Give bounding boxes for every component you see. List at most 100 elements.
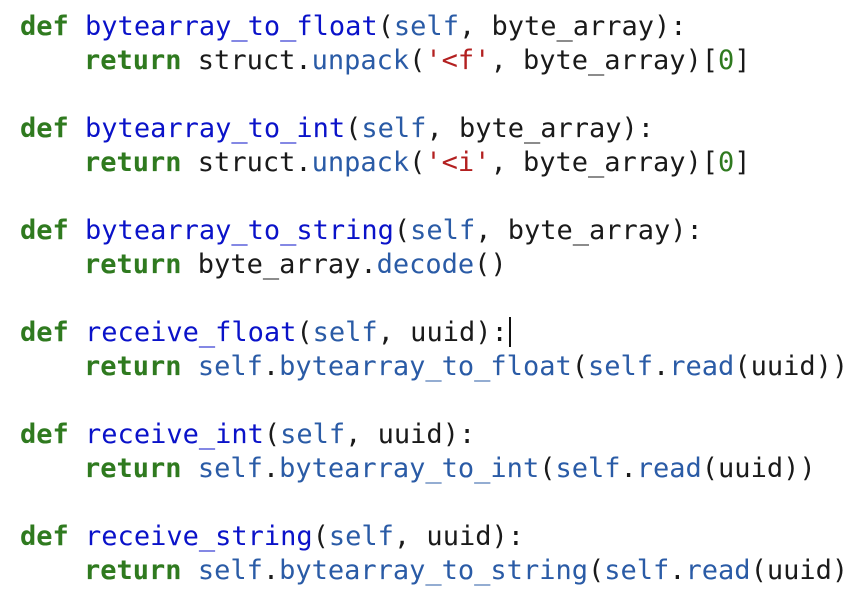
code-token-kw: return (84, 249, 182, 280)
code-line[interactable]: return self.bytearray_to_float(self.read… (20, 350, 846, 384)
code-token-plain: , byte_array): (475, 215, 703, 246)
code-token-plain: byte_array. (181, 249, 377, 280)
code-token-plain: ( (296, 317, 313, 348)
code-token-plain: (uuid)) (701, 453, 816, 484)
code-token-meth: read (636, 453, 702, 484)
code-token-plain: , byte_array)[ (490, 45, 719, 76)
code-token-plain: . (620, 453, 637, 484)
code-token-kw: return (84, 555, 182, 586)
code-token-plain: . (262, 351, 280, 382)
blank-line[interactable] (20, 282, 846, 316)
code-token-plain: struct. (181, 45, 312, 76)
blank-line[interactable] (20, 384, 846, 418)
code-token-self: self (197, 453, 263, 484)
code-token-plain: , uuid): (393, 521, 524, 552)
code-token-meth: unpack (311, 147, 410, 178)
code-token-fn: bytearray_to_float (85, 11, 378, 42)
code-token-meth: bytearray_to_string (279, 555, 588, 586)
code-line[interactable]: def bytearray_to_string(self, byte_array… (20, 214, 846, 248)
code-token-plain: ( (587, 555, 605, 586)
code-token-kw: def (20, 317, 69, 348)
code-token-meth: unpack (311, 45, 410, 76)
code-editor[interactable]: def bytearray_to_float(self, byte_array)… (20, 10, 846, 602)
code-line[interactable]: def bytearray_to_float(self, byte_array)… (20, 10, 846, 44)
code-token-self: self (604, 555, 670, 586)
code-line[interactable]: def receive_float(self, uuid): (20, 316, 846, 350)
code-token-self: self (197, 555, 263, 586)
code-token-plain: ( (409, 45, 426, 76)
code-line[interactable]: return self.bytearray_to_int(self.read(u… (20, 452, 846, 486)
code-token-plain: , byte_array): (426, 113, 655, 144)
code-token-self: self (587, 351, 654, 382)
code-token-plain: , uuid): (345, 419, 476, 450)
code-token-plain: . (262, 453, 280, 484)
code-token-plain: ( (312, 521, 329, 552)
code-token-plain: ( (571, 351, 588, 382)
code-token-kw: return (84, 45, 182, 76)
code-token-kw: return (84, 147, 182, 178)
code-token-self: self (410, 215, 476, 246)
code-token-plain: (uuid)) (750, 555, 846, 586)
code-token-fn: receive_string (85, 521, 313, 552)
code-token-meth: decode (376, 249, 475, 280)
code-token-fn: receive_int (85, 419, 264, 450)
code-token-fn: bytearray_to_string (85, 215, 394, 246)
code-token-plain: . (262, 555, 280, 586)
code-token-plain: ( (393, 215, 411, 246)
code-token-plain: (uuid)) (734, 351, 846, 382)
code-token-plain: , uuid): (377, 317, 508, 348)
code-token-meth: bytearray_to_int (279, 453, 540, 484)
blank-line[interactable] (20, 486, 846, 520)
blank-line[interactable] (20, 180, 846, 214)
code-token-plain: ( (263, 419, 281, 450)
code-token-self: self (555, 453, 621, 484)
code-line[interactable]: def receive_int(self, uuid): (20, 418, 846, 452)
text-caret (508, 317, 511, 347)
code-token-self: self (393, 11, 459, 42)
blank-line[interactable] (20, 78, 846, 112)
code-token-fn: receive_float (85, 317, 297, 348)
code-line[interactable]: return struct.unpack('<i', byte_array)[0… (20, 146, 846, 180)
code-token-plain: struct. (181, 147, 312, 178)
code-token-kw: return (84, 453, 182, 484)
code-token-kw: def (20, 521, 69, 552)
code-token-plain: ( (539, 453, 556, 484)
code-line[interactable]: return byte_array.decode() (20, 248, 846, 282)
code-token-self: self (197, 351, 263, 382)
code-line[interactable]: return struct.unpack('<f', byte_array)[0… (20, 44, 846, 78)
code-token-meth: read (669, 351, 735, 382)
code-line[interactable]: return self.bytearray_to_string(self.rea… (20, 554, 846, 588)
code-token-kw: def (20, 11, 69, 42)
code-token-meth: read (685, 555, 751, 586)
code-token-plain: . (669, 555, 686, 586)
code-token-str: '<i' (425, 147, 491, 178)
code-token-kw: def (20, 419, 69, 450)
code-token-meth: bytearray_to_float (279, 351, 572, 382)
code-token-plain: () (474, 249, 507, 280)
code-token-self: self (361, 113, 427, 144)
code-token-plain: ] (734, 147, 751, 178)
code-token-self: self (328, 521, 394, 552)
code-token-plain: , byte_array)[ (490, 147, 719, 178)
code-token-plain: . (653, 351, 670, 382)
code-token-plain: , byte_array): (458, 11, 687, 42)
code-token-plain: ( (377, 11, 394, 42)
code-token-fn: bytearray_to_int (85, 113, 346, 144)
code-line[interactable]: def receive_string(self, uuid): (20, 520, 846, 554)
code-token-plain: ( (409, 147, 426, 178)
code-token-num: 0 (718, 45, 735, 76)
code-token-kw: def (20, 215, 69, 246)
code-token-str: '<f' (425, 45, 491, 76)
code-line[interactable]: def bytearray_to_int(self, byte_array): (20, 112, 846, 146)
code-token-plain: ] (734, 45, 751, 76)
code-token-self: self (280, 419, 346, 450)
code-token-num: 0 (718, 147, 735, 178)
